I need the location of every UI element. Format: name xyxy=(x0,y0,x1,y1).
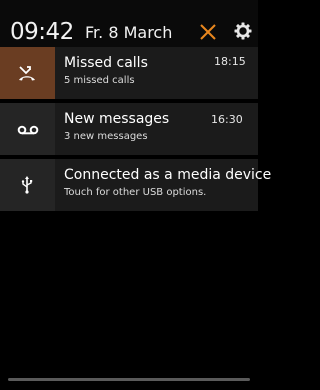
notification-title: Missed calls xyxy=(64,55,148,71)
notification-missed-calls[interactable]: Missed calls 5 missed calls 18:15 xyxy=(0,47,258,99)
notification-icon-box xyxy=(0,159,55,211)
notification-subtitle: 3 new messages xyxy=(64,131,148,142)
notification-title: Connected as a media device xyxy=(64,167,272,183)
close-icon[interactable] xyxy=(198,22,218,42)
notification-usb-connected[interactable]: Connected as a media device Touch for ot… xyxy=(0,159,271,211)
missed-call-icon xyxy=(19,66,35,81)
voicemail-icon xyxy=(17,125,39,135)
gear-icon[interactable] xyxy=(234,22,252,40)
status-header: 09:42 Fr. 8 March xyxy=(0,0,258,47)
notification-time: 16:30 xyxy=(211,113,243,126)
notification-subtitle: 5 missed calls xyxy=(64,75,135,86)
notification-time: 18:15 xyxy=(214,55,246,68)
clock: 09:42 xyxy=(10,19,74,45)
notification-icon-box xyxy=(0,47,55,99)
usb-icon xyxy=(21,176,33,194)
notification-icon-box xyxy=(0,103,55,155)
date: Fr. 8 March xyxy=(85,23,173,42)
notification-new-messages[interactable]: New messages 3 new messages 16:30 xyxy=(0,103,258,155)
drag-handle[interactable] xyxy=(8,378,250,381)
notification-title: New messages xyxy=(64,111,170,127)
notification-subtitle: Touch for other USB options. xyxy=(64,187,207,198)
